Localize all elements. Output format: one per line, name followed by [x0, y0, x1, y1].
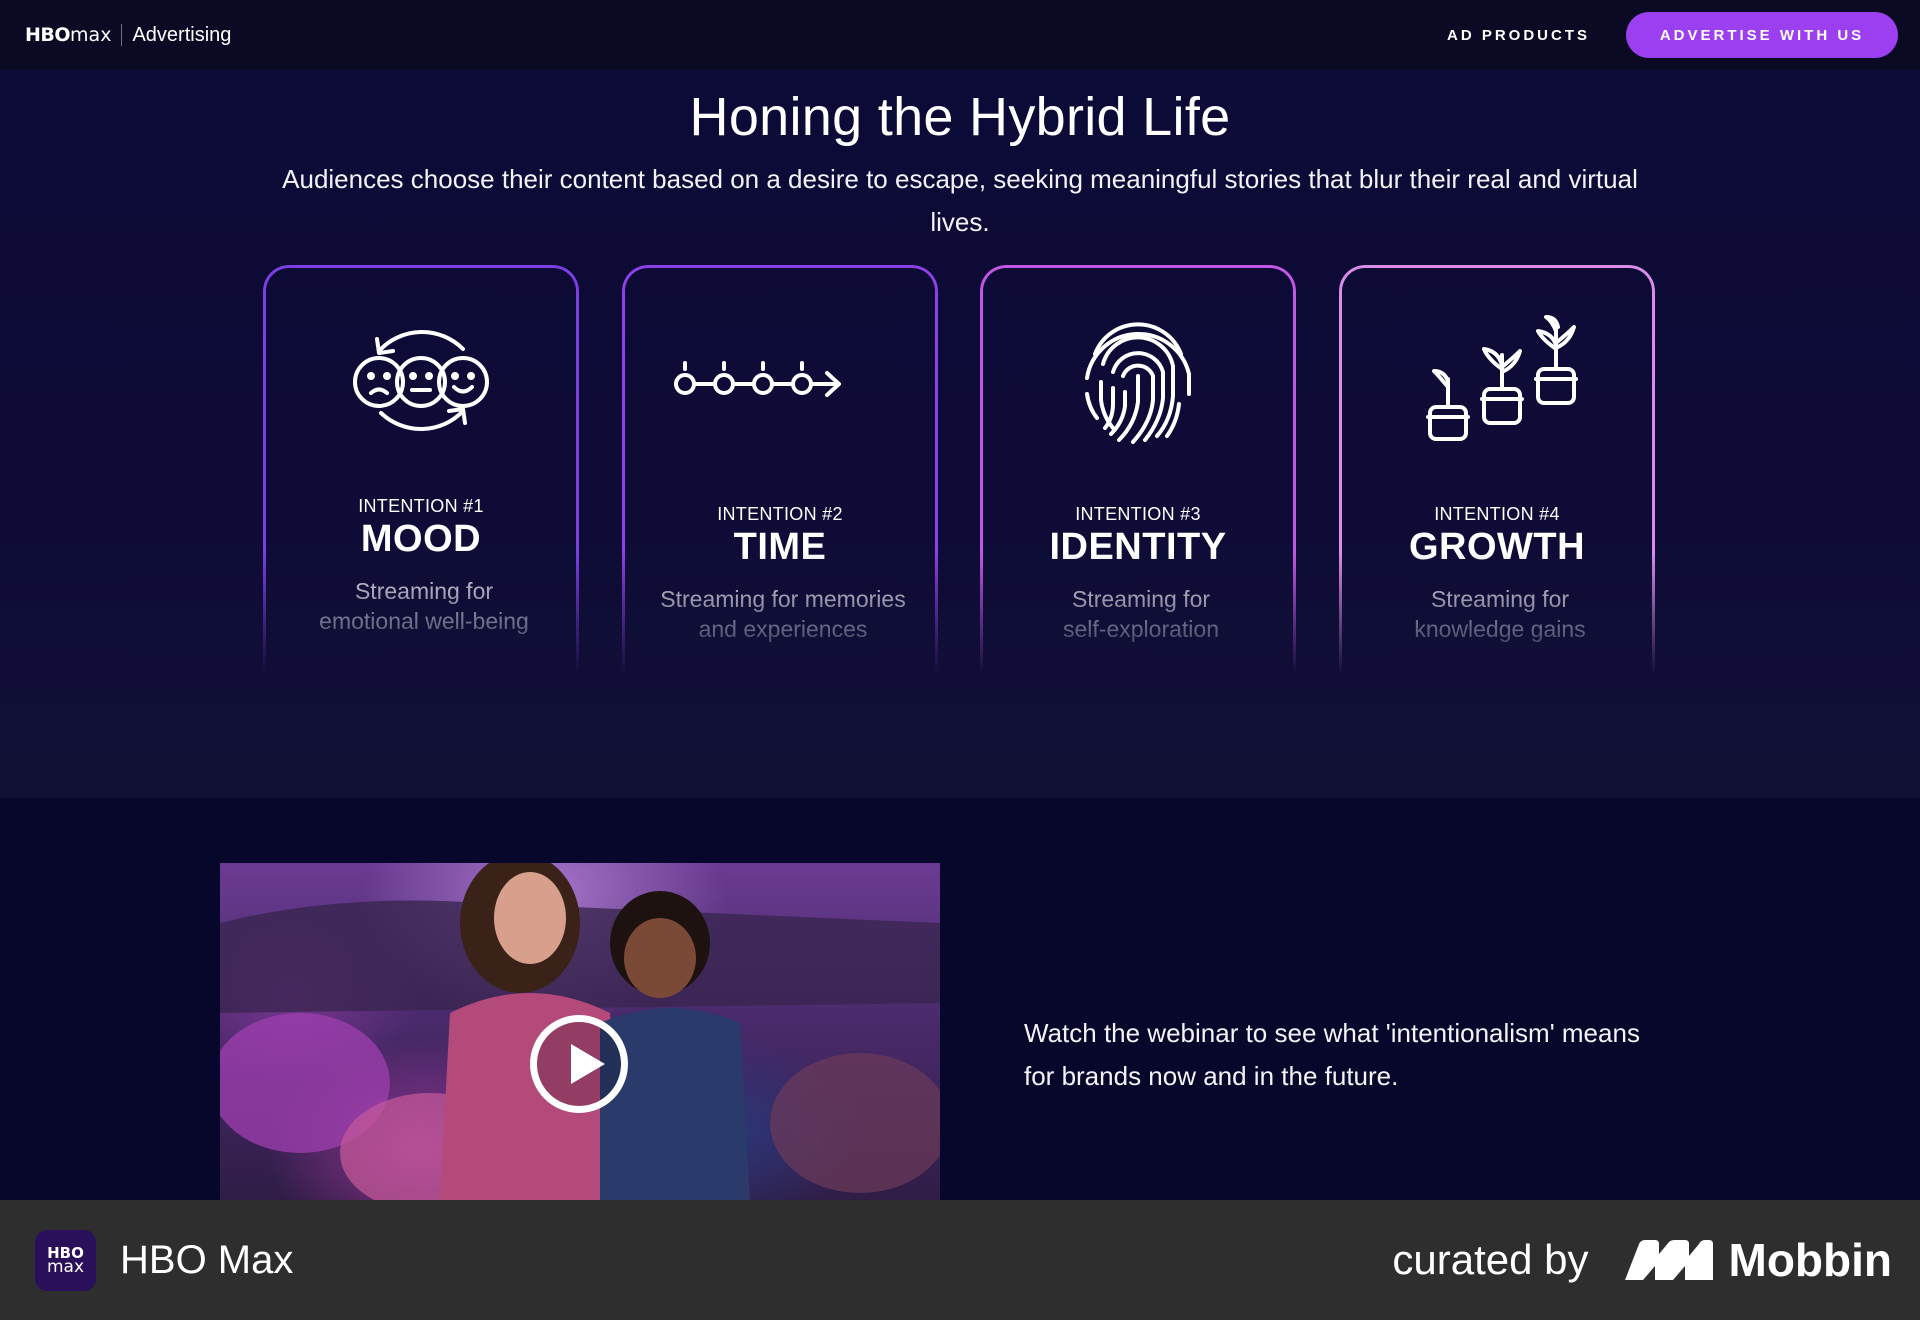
- card-description: Streaming for memories and experiences: [635, 584, 931, 644]
- section-subtitle: Audiences choose their content based on …: [282, 164, 1638, 237]
- card-kicker: INTENTION #2: [717, 504, 843, 524]
- intention-card-mood: INTENTION #1 MOOD Streaming for emotiona…: [263, 265, 579, 675]
- app-name: HBO Max: [120, 1237, 294, 1282]
- webinar-video-thumbnail[interactable]: [220, 863, 940, 1200]
- card-heading: TIME: [733, 526, 827, 568]
- card-description-line: self-exploration: [1063, 616, 1219, 642]
- plants-growth-icon: [1342, 304, 1652, 454]
- card-description-line: and experiences: [698, 616, 868, 642]
- webinar-description: Watch the webinar to see what 'intention…: [1024, 1018, 1640, 1091]
- mobbin-logo: Mobbin: [1624, 1233, 1893, 1287]
- card-description: Streaming for self-exploration: [993, 584, 1289, 644]
- mobbin-mark-icon: [1624, 1240, 1713, 1280]
- hbo-max-app-icon: HBO max: [35, 1229, 96, 1291]
- app-icon-bottom-text: max: [46, 1257, 85, 1277]
- intention-card-identity: INTENTION #3 IDENTITY Streaming for self…: [980, 265, 1296, 675]
- hbo-max-advertising-logo[interactable]: HBOmax Advertising: [25, 0, 231, 70]
- attribution-bar: HBO max HBO Max curated by Mobbin: [0, 1200, 1920, 1320]
- logo-max-text: max: [70, 24, 112, 46]
- card-heading: IDENTITY: [1049, 526, 1227, 568]
- hbo-max-logo: HBOmax: [25, 24, 111, 46]
- webinar-section: Watch the webinar to see what 'intention…: [0, 798, 1920, 1200]
- moods-cycle-icon: [266, 304, 576, 454]
- nav-link-ad-products[interactable]: AD PRODUCTS: [1447, 27, 1590, 44]
- fingerprint-icon: [983, 304, 1293, 454]
- intention-card-time: INTENTION #2 TIME Streaming for memories…: [622, 265, 938, 675]
- card-heading: GROWTH: [1408, 526, 1586, 568]
- advertising-label: Advertising: [132, 23, 232, 46]
- card-description-line: emotional well-being: [319, 608, 529, 634]
- nav-actions: AD PRODUCTS ADVERTISE WITH US: [1447, 12, 1898, 58]
- play-icon[interactable]: [530, 1015, 628, 1113]
- logo-hbo-text: HBO: [25, 24, 71, 46]
- card-description: Streaming for knowledge gains: [1352, 584, 1648, 644]
- card-kicker: INTENTION #4: [1434, 504, 1560, 524]
- intention-card-growth: INTENTION #4 GROWTH Streaming for knowle…: [1339, 265, 1655, 675]
- card-description: Streaming for emotional well-being: [276, 576, 572, 636]
- top-navigation: HBOmax Advertising AD PRODUCTS ADVERTISE…: [0, 0, 1920, 70]
- card-description-line: Streaming for: [1430, 586, 1570, 612]
- app-identity: HBO max HBO Max: [35, 1229, 294, 1291]
- curated-by-label: curated by: [1392, 1236, 1589, 1283]
- card-description-line: Streaming for: [1071, 586, 1211, 612]
- card-description-line: knowledge gains: [1414, 616, 1586, 642]
- section-title: Honing the Hybrid Life: [689, 87, 1231, 147]
- card-description-line: Streaming for memories: [660, 586, 906, 612]
- mobbin-wordmark: Mobbin: [1728, 1234, 1893, 1286]
- hybrid-life-section: Honing the Hybrid Life Audiences choose …: [0, 70, 1920, 798]
- card-kicker: INTENTION #1: [358, 496, 484, 516]
- curation-credit: curated by Mobbin: [1392, 1233, 1892, 1287]
- timeline-icon: [625, 304, 935, 454]
- card-kicker: INTENTION #3: [1075, 504, 1201, 524]
- logo-divider: [121, 24, 123, 46]
- advertise-with-us-button[interactable]: ADVERTISE WITH US: [1626, 12, 1898, 58]
- card-description-line: Streaming for: [354, 578, 494, 604]
- card-heading: MOOD: [360, 518, 482, 560]
